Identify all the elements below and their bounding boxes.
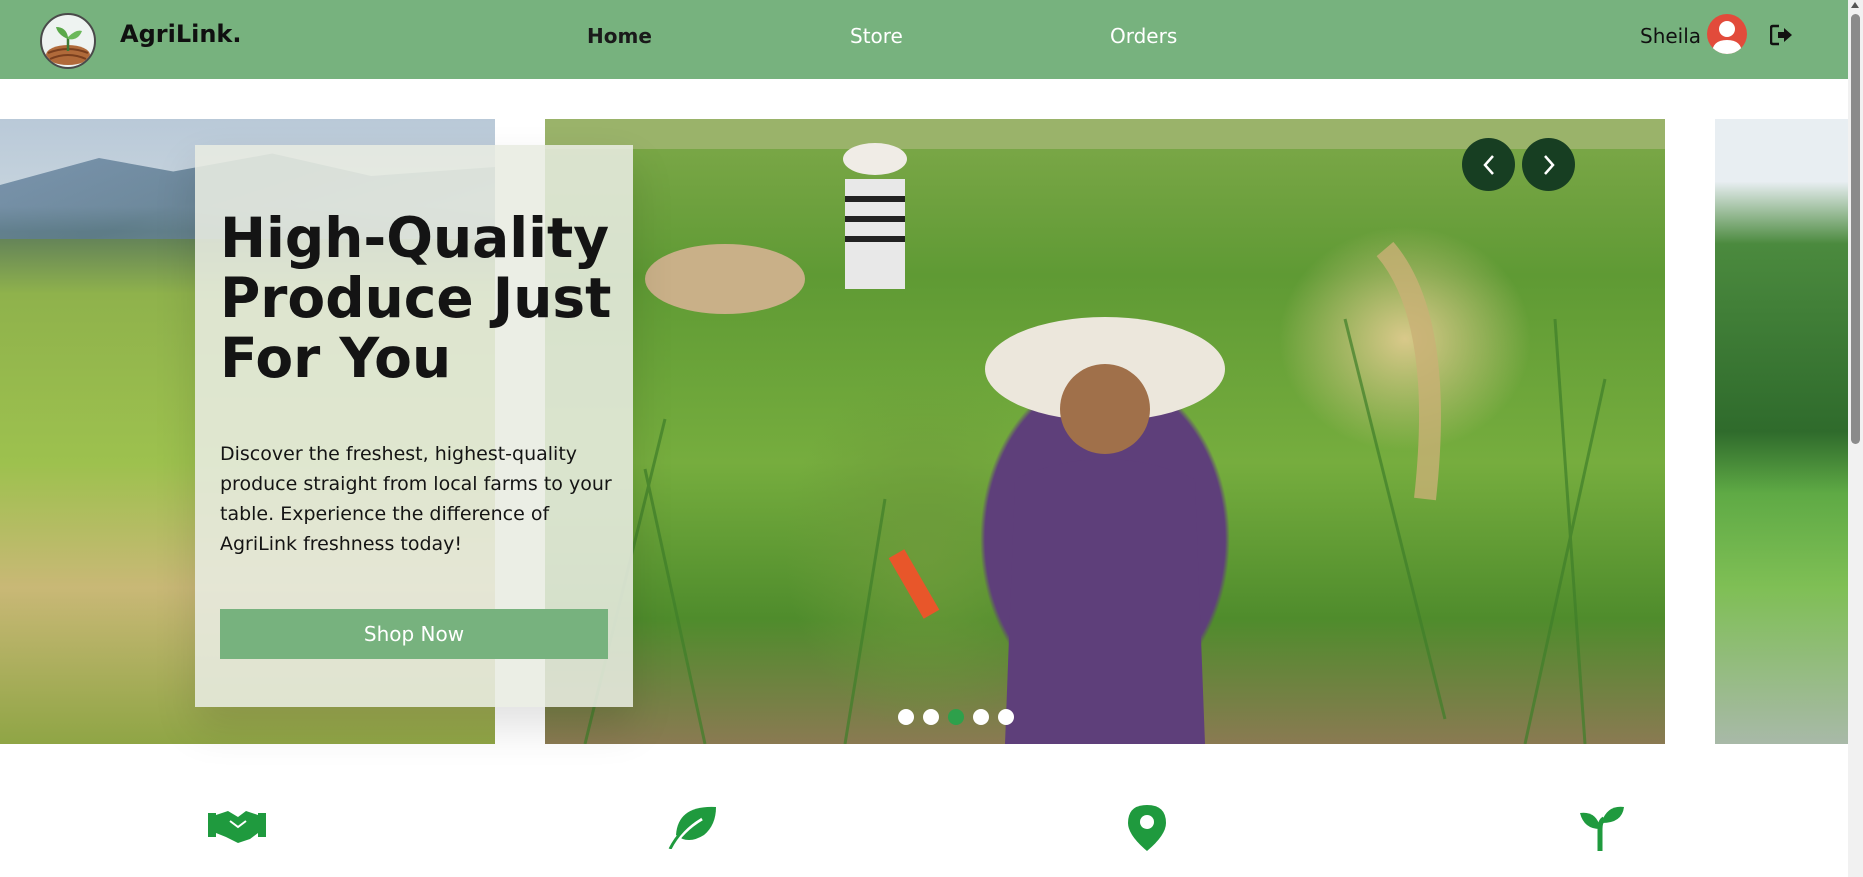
location-pin-icon [1128, 805, 1186, 851]
user-name: Sheila [1640, 24, 1702, 48]
leaf-icon [668, 805, 726, 851]
sprout-logo-icon [46, 27, 90, 65]
carousel-dot[interactable] [998, 709, 1014, 725]
agrilink-logo[interactable] [40, 13, 96, 69]
carousel-slide-active [545, 119, 1665, 744]
rice-harvest-photo [545, 119, 1665, 744]
nav-home-link[interactable]: Home [587, 24, 652, 48]
carousel-slide-next [1715, 119, 1848, 744]
page-scrollbar[interactable] [1848, 0, 1863, 877]
brand-name: AgriLink. [120, 20, 242, 48]
shop-now-button[interactable]: Shop Now [220, 609, 608, 659]
nav-store-link[interactable]: Store [850, 24, 903, 48]
hero-panel: High-Quality Produce Just For You Discov… [195, 145, 633, 707]
hero-description: Discover the freshest, highest-quality p… [220, 443, 612, 555]
hero-title: High-Quality Produce Just For You [220, 206, 612, 390]
logout-icon[interactable] [1769, 24, 1794, 46]
scroll-thumb[interactable] [1851, 14, 1860, 444]
carousel-dot[interactable] [973, 709, 989, 725]
chevron-left-icon [1482, 154, 1494, 175]
sprout-icon [1578, 805, 1636, 851]
carousel-dot-active[interactable] [948, 709, 964, 725]
user-icon [1712, 21, 1742, 54]
scroll-up-arrow-icon[interactable] [1851, 2, 1859, 8]
user-avatar[interactable] [1707, 14, 1747, 54]
nav-orders-link[interactable]: Orders [1110, 24, 1177, 48]
carousel-prev-button[interactable] [1462, 138, 1515, 191]
carousel-next-button[interactable] [1522, 138, 1575, 191]
carousel-dot[interactable] [923, 709, 939, 725]
handshake-icon [208, 805, 266, 851]
navbar: AgriLink. Home Store Orders Sheila [0, 0, 1848, 79]
chevron-right-icon [1543, 154, 1555, 175]
carousel-indicators [898, 709, 1014, 725]
carousel-dot[interactable] [898, 709, 914, 725]
